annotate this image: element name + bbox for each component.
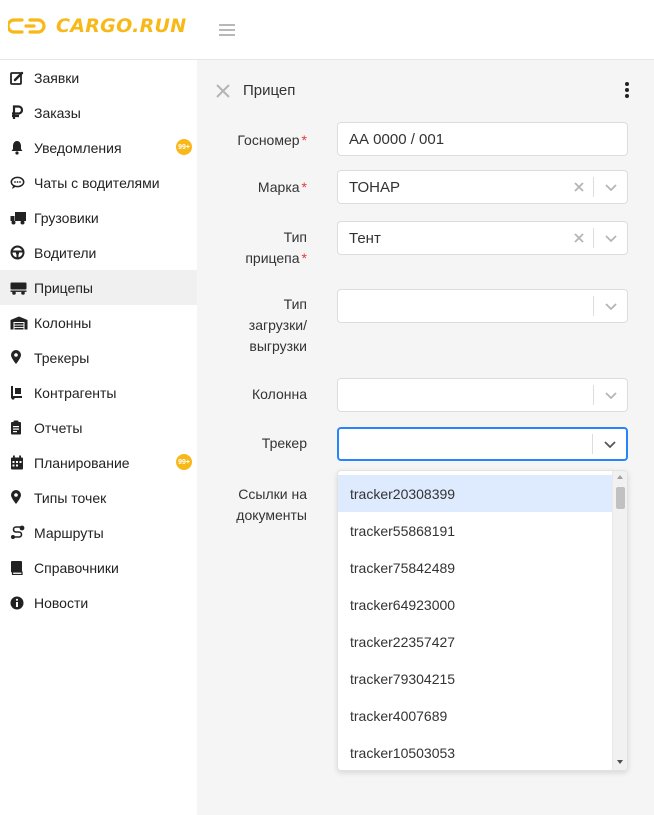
sidebar-item-marshruty[interactable]: Маршруты bbox=[0, 515, 197, 550]
tip-pricepa-select[interactable]: Тент bbox=[337, 221, 628, 255]
logo[interactable]: CARGO.RUN bbox=[8, 15, 187, 37]
trailer-form-card: Прицеп Госномер * АА 0000 / 001 Марка * ТО… bbox=[197, 60, 654, 815]
sidebar-item-label: Колонны bbox=[34, 314, 92, 331]
sidebar-item-otchety[interactable]: Отчеты bbox=[0, 410, 197, 445]
close-icon[interactable] bbox=[215, 83, 231, 99]
chevron-down-icon[interactable] bbox=[594, 171, 627, 203]
truck-icon bbox=[10, 210, 28, 226]
book-icon bbox=[10, 560, 28, 576]
dropdown-option[interactable]: tracker22357427 bbox=[338, 623, 612, 660]
dropdown-scrollbar[interactable] bbox=[612, 471, 627, 770]
warehouse-icon bbox=[10, 315, 28, 331]
sidebar-item-trekery[interactable]: Трекеры bbox=[0, 340, 197, 375]
ruble-icon bbox=[10, 105, 28, 121]
notification-badge: 99+ bbox=[176, 454, 192, 470]
sidebar-item-zayavki[interactable]: Заявки bbox=[0, 60, 197, 95]
sidebar-item-label: Водители bbox=[34, 244, 97, 261]
scroll-up-icon[interactable] bbox=[617, 475, 623, 479]
dropdown-option[interactable]: tracker75842489 bbox=[338, 549, 612, 586]
main-content: Прицеп Госномер * АА 0000 / 001 Марка * ТО… bbox=[197, 60, 654, 815]
sidebar-item-label: Маршруты bbox=[34, 524, 104, 541]
notification-badge: 99+ bbox=[176, 139, 192, 155]
steering-wheel-icon bbox=[10, 245, 28, 261]
top-bar: CARGO.RUN bbox=[0, 0, 654, 60]
calendar-icon bbox=[10, 455, 28, 471]
trailer-icon bbox=[10, 280, 28, 296]
tip-pricepa-label: Тип прицепа * bbox=[245, 229, 307, 266]
sidebar-item-label: Планирование bbox=[34, 454, 130, 471]
map-pin-icon bbox=[10, 350, 28, 366]
sidebar-item-planirovanie[interactable]: Планирование 99+ bbox=[0, 445, 197, 480]
chevron-down-icon[interactable] bbox=[593, 429, 626, 459]
sidebar-item-voditeli[interactable]: Водители bbox=[0, 235, 197, 270]
chevron-down-icon[interactable] bbox=[594, 222, 627, 254]
chevron-down-icon[interactable] bbox=[594, 379, 627, 411]
sidebar-item-label: Трекеры bbox=[34, 349, 90, 366]
clear-icon[interactable] bbox=[565, 222, 593, 254]
sidebar-item-chaty[interactable]: Чаты с водителями bbox=[0, 165, 197, 200]
dropdown-option[interactable]: tracker79304215 bbox=[338, 660, 612, 697]
dropdown-option[interactable]: tracker64923000 bbox=[338, 586, 612, 623]
sidebar-item-novosti[interactable]: Новости bbox=[0, 585, 197, 620]
treker-dropdown-menu: tracker20308399 tracker55868191 tracker7… bbox=[337, 470, 628, 771]
map-pin-icon bbox=[10, 490, 28, 506]
sidebar-item-tipy-tochek[interactable]: Типы точек bbox=[0, 480, 197, 515]
more-options-icon[interactable] bbox=[624, 82, 630, 100]
scroll-down-icon[interactable] bbox=[617, 760, 623, 764]
sidebar-item-kontragenty[interactable]: Контрагенты bbox=[0, 375, 197, 410]
dropdown-options: tracker20308399 tracker55868191 tracker7… bbox=[338, 475, 612, 770]
sidebar-item-label: Типы точек bbox=[34, 489, 107, 506]
page-title: Прицеп bbox=[243, 82, 296, 99]
sidebar-item-label: Новости bbox=[34, 594, 89, 611]
dolly-icon bbox=[10, 385, 28, 401]
sidebar-item-kolonny[interactable]: Колонны bbox=[0, 305, 197, 340]
dropdown-option[interactable]: tracker4007689 bbox=[338, 697, 612, 734]
treker-label: Трекер bbox=[261, 435, 307, 451]
dropdown-option[interactable]: tracker10503053 bbox=[338, 734, 612, 770]
sidebar-item-spravochniki[interactable]: Справочники bbox=[0, 550, 197, 585]
sidebar-item-zakazy[interactable]: Заказы bbox=[0, 95, 197, 130]
sidebar-item-label: Прицепы bbox=[34, 279, 93, 296]
card-header: Прицеп bbox=[215, 82, 295, 99]
menu-toggle-icon[interactable] bbox=[219, 24, 235, 36]
kolonna-label: Колонна bbox=[252, 386, 307, 402]
tip-zagruzki-select[interactable] bbox=[337, 289, 628, 323]
chat-icon bbox=[10, 175, 28, 191]
sidebar-item-pricepy[interactable]: Прицепы bbox=[0, 270, 197, 305]
cargo-run-logo-icon bbox=[8, 18, 46, 34]
sidebar-item-label: Контрагенты bbox=[34, 384, 117, 401]
scrollbar-thumb[interactable] bbox=[616, 487, 625, 509]
sidebar-item-label: Уведомления bbox=[34, 139, 122, 156]
route-icon bbox=[10, 525, 28, 541]
dropdown-option[interactable]: tracker55868191 bbox=[338, 512, 612, 549]
chevron-down-icon[interactable] bbox=[594, 290, 627, 322]
ssylki-label: Ссылки на документы bbox=[236, 486, 307, 523]
dropdown-option[interactable]: tracker20308399 bbox=[338, 475, 612, 512]
sidebar-item-label: Справочники bbox=[34, 559, 119, 576]
tip-zagruzki-label: Тип загрузки/выгрузки bbox=[248, 296, 307, 354]
gosnomer-input[interactable]: АА 0000 / 001 bbox=[337, 122, 628, 156]
marka-select[interactable]: ТОНАР bbox=[337, 170, 628, 204]
logo-text: CARGO.RUN bbox=[56, 15, 187, 37]
clear-icon[interactable] bbox=[565, 171, 593, 203]
info-icon bbox=[10, 595, 28, 611]
sidebar-item-gruzoviki[interactable]: Грузовики bbox=[0, 200, 197, 235]
sidebar-item-label: Заказы bbox=[34, 104, 81, 121]
sidebar-item-label: Отчеты bbox=[34, 419, 83, 436]
kolonna-select[interactable] bbox=[337, 378, 628, 412]
treker-select[interactable] bbox=[337, 427, 628, 461]
sidebar-item-label: Грузовики bbox=[34, 209, 99, 226]
sidebar-item-label: Заявки bbox=[34, 69, 80, 86]
sidebar-item-label: Чаты с водителями bbox=[34, 174, 160, 191]
sidebar: Заявки Заказы Уведомления 99+ Чаты с вод… bbox=[0, 60, 197, 815]
gosnomer-label: Госномер * bbox=[237, 132, 307, 148]
sidebar-item-uvedomleniya[interactable]: Уведомления 99+ bbox=[0, 130, 197, 165]
marka-label: Марка * bbox=[257, 179, 307, 195]
edit-icon bbox=[10, 70, 28, 86]
bell-icon bbox=[10, 140, 28, 156]
clipboard-icon bbox=[10, 420, 28, 436]
